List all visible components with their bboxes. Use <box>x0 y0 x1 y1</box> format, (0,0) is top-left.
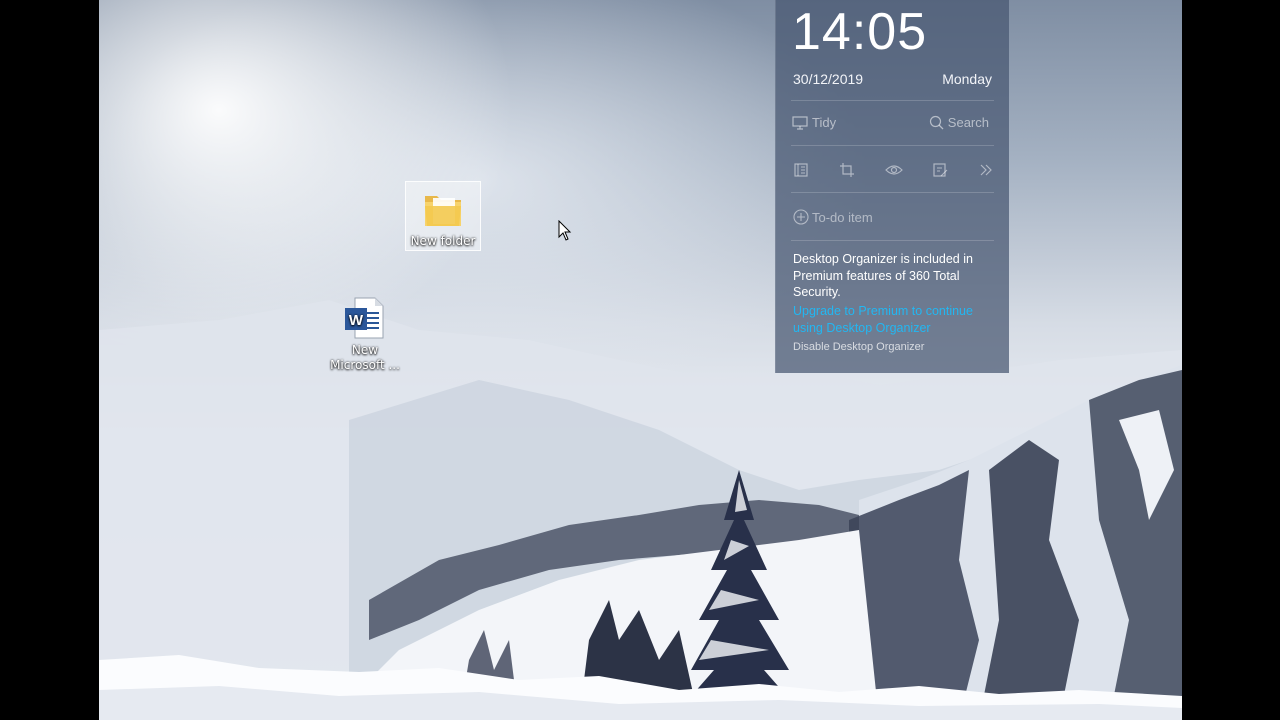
desktop-icon-label: New Microsoft ... <box>330 343 400 372</box>
edit-icon[interactable] <box>930 160 950 180</box>
desktop-organizer-panel: 14:05 30/12/2019 Monday Tidy Search To-d… <box>775 0 1009 373</box>
clock-date: 30/12/2019 <box>793 71 864 87</box>
monitor-icon <box>792 115 808 130</box>
word-document-icon: W <box>345 297 384 339</box>
mouse-pointer-icon <box>558 220 572 241</box>
divider <box>791 192 994 193</box>
folder-icon <box>425 196 461 226</box>
premium-notice: Desktop Organizer is included in Premium… <box>793 252 973 299</box>
winter-mountain-scene <box>99 300 1182 720</box>
divider <box>791 145 994 146</box>
clock-weekday: Monday <box>942 71 992 87</box>
search-label: Search <box>947 115 989 130</box>
clock-time: 14:05 <box>792 3 928 61</box>
desktop-icon-label: New folder <box>410 234 476 248</box>
search-button[interactable]: Search <box>929 115 989 130</box>
divider <box>791 240 994 241</box>
double-chevron-right-icon[interactable] <box>976 160 996 180</box>
crop-icon[interactable] <box>837 160 857 180</box>
upgrade-link[interactable]: Upgrade to Premium to continue using Des… <box>793 303 998 336</box>
organizer-toolbar <box>791 160 996 180</box>
divider <box>791 100 994 101</box>
tidy-button[interactable]: Tidy <box>792 115 836 130</box>
todo-add-button[interactable]: To-do item <box>793 209 873 225</box>
desktop-wallpaper: New folder W New Microsoft ... 14:05 30/… <box>99 0 1182 720</box>
disable-organizer-link[interactable]: Disable Desktop Organizer <box>793 341 924 353</box>
desktop-icon-word-document[interactable]: W New Microsoft ... <box>327 290 403 376</box>
desktop-icon-new-folder[interactable]: New folder <box>405 181 481 251</box>
eye-icon[interactable] <box>884 160 904 180</box>
tidy-label: Tidy <box>812 115 837 130</box>
search-icon <box>929 115 944 130</box>
notes-icon[interactable] <box>791 160 811 180</box>
plus-circle-icon <box>793 209 809 225</box>
todo-label: To-do item <box>812 209 873 225</box>
svg-text:W: W <box>349 312 364 329</box>
